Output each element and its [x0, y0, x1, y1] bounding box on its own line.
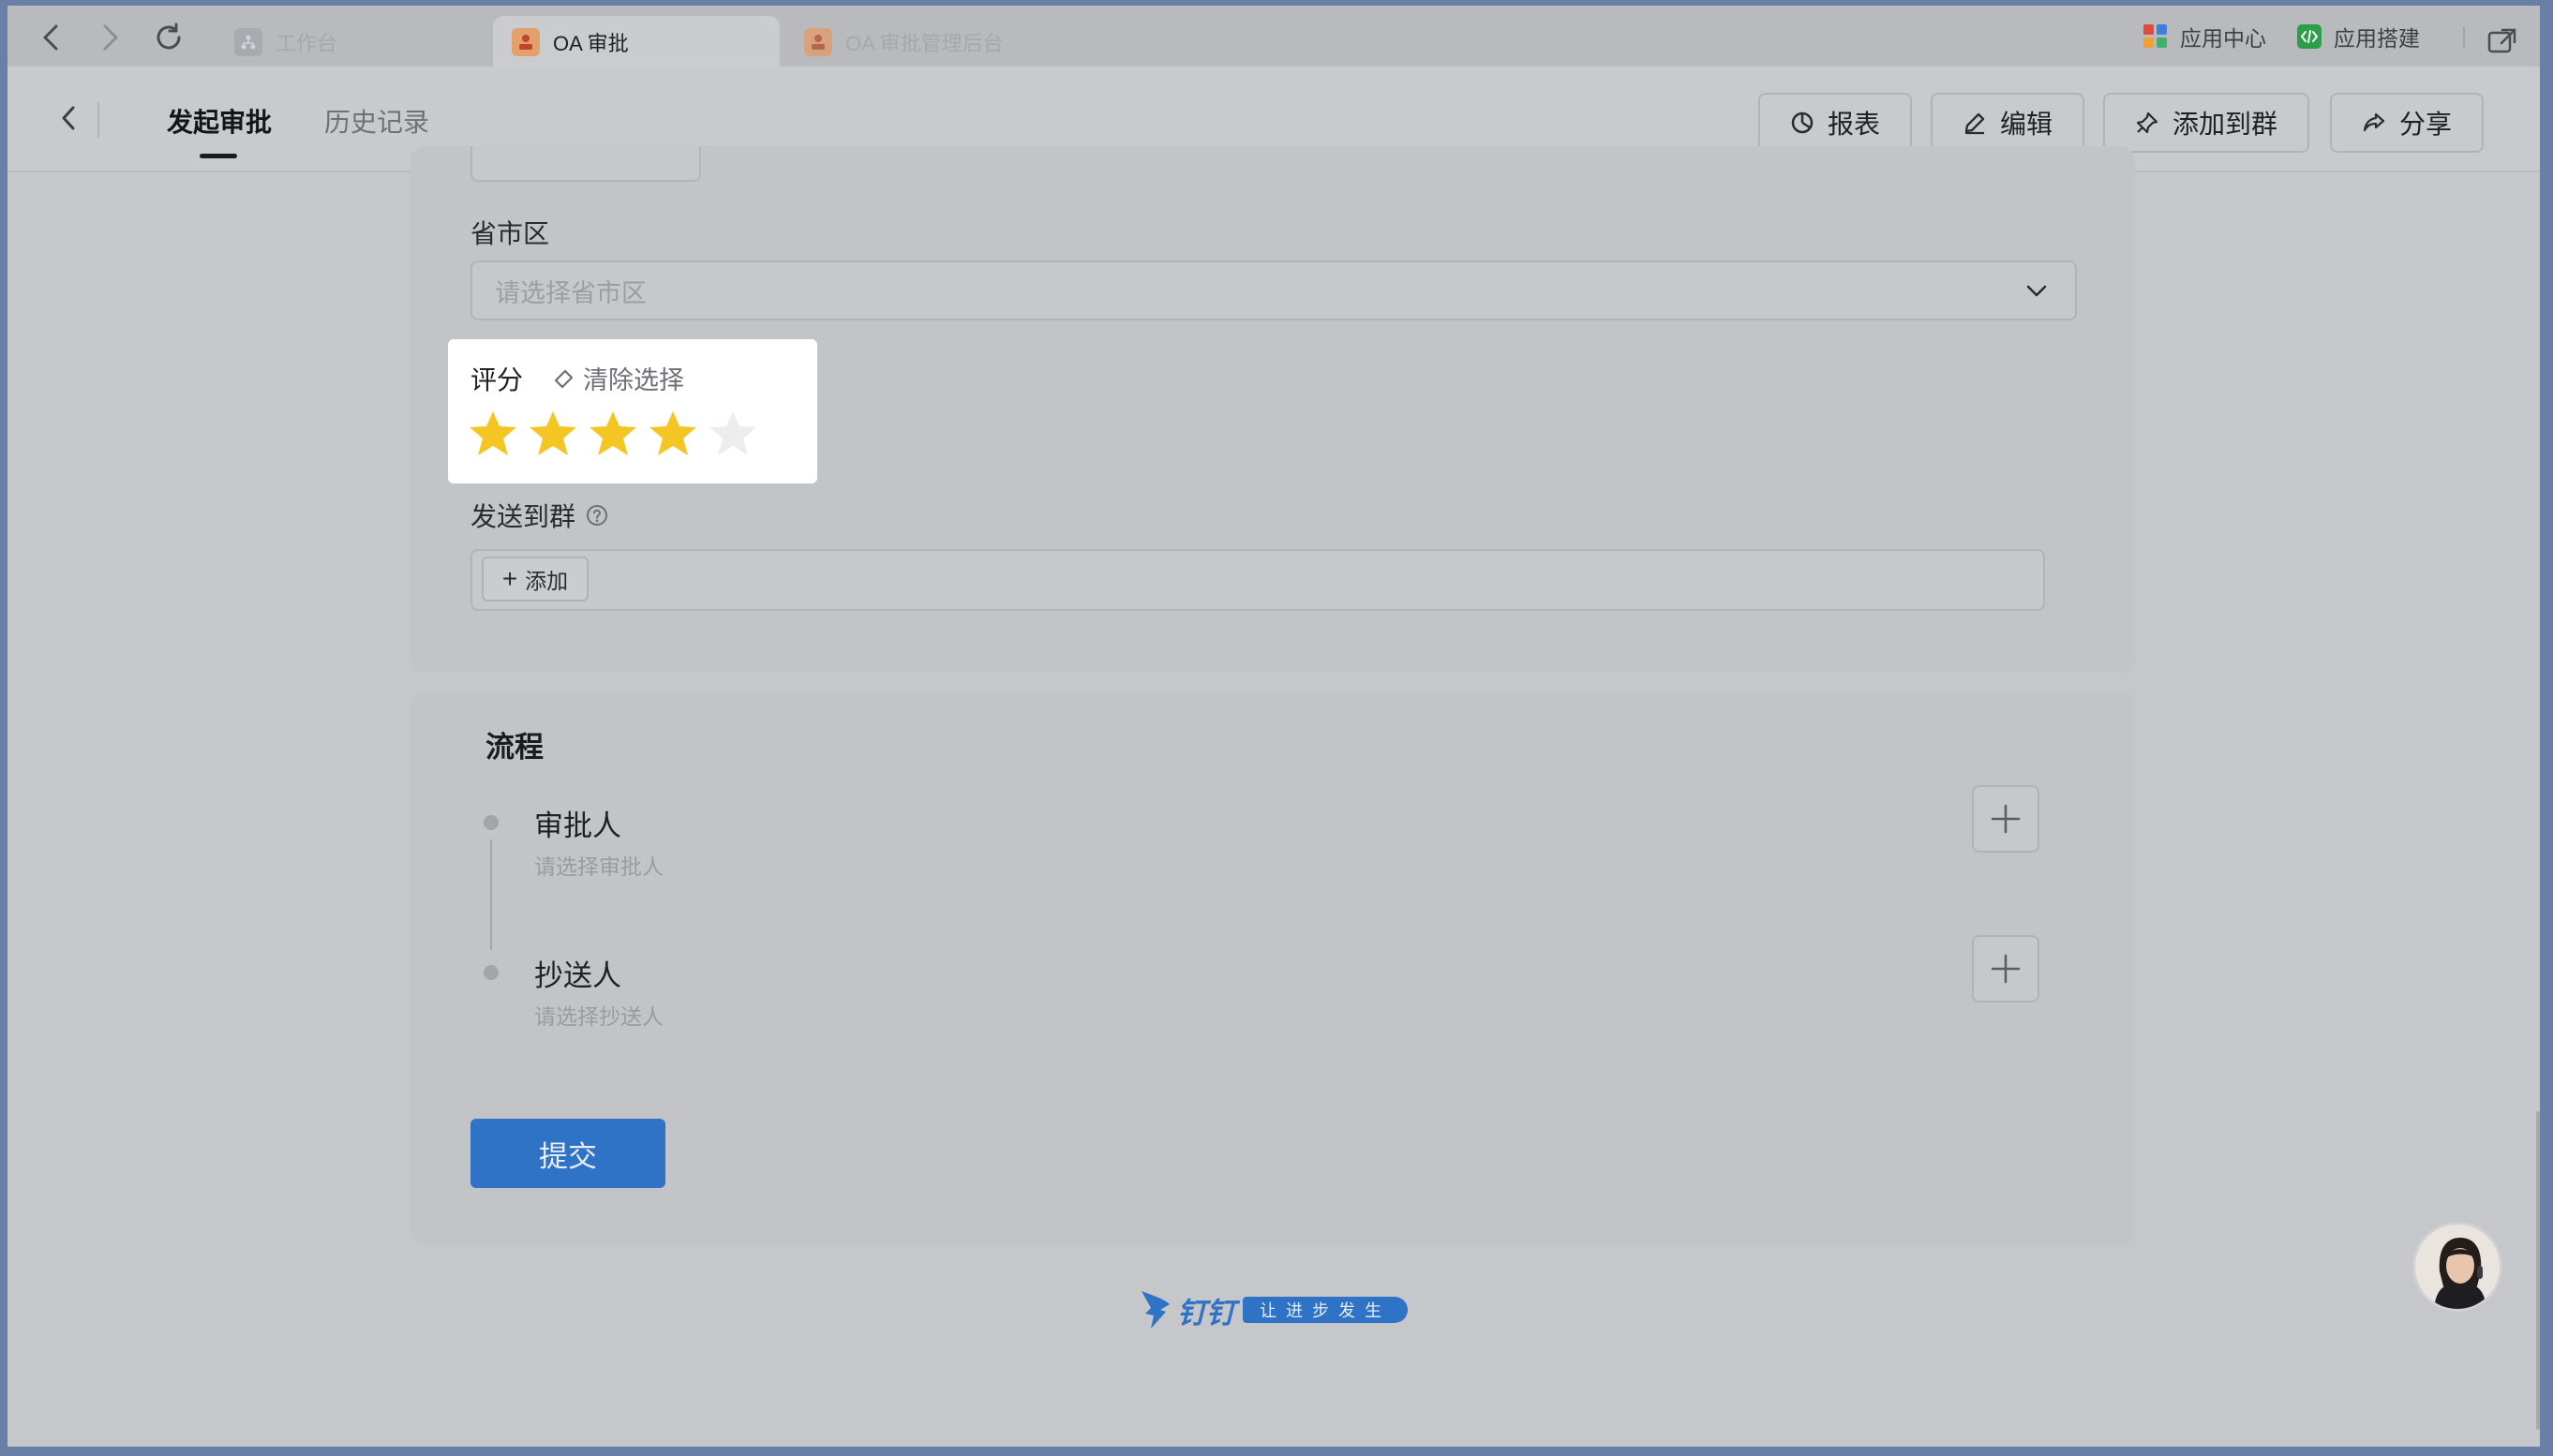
clear-rating-label: 清除选择 [583, 366, 684, 394]
cc-title: 抄送人 [534, 959, 621, 992]
tab-label: OA 审批管理后台 [845, 31, 1004, 55]
star-filled-icon[interactable] [527, 409, 579, 461]
star-filled-icon[interactable] [647, 409, 699, 461]
back-icon[interactable] [45, 95, 92, 141]
divider [97, 102, 99, 138]
approver-hint: 请选择审批人 [534, 854, 664, 879]
browser-forward-icon[interactable] [90, 17, 131, 58]
app-center-link[interactable]: 应用中心 [2142, 19, 2266, 54]
clear-rating-button[interactable]: 清除选择 [551, 360, 684, 396]
approver-title: 审批人 [534, 810, 621, 842]
region-label: 省市区 [470, 219, 550, 248]
report-label: 报表 [1827, 110, 1880, 139]
tab-oa-approval[interactable]: OA 审批 [493, 16, 780, 67]
tab-strip: 工作台 OA 审批 OA 审批管理后台 应用中心 应用搭建 [7, 6, 2540, 67]
page-scrollbar[interactable] [2536, 1111, 2540, 1430]
tab-label: OA 审批 [553, 31, 629, 55]
send-to-group-label: 发送到群 [470, 502, 576, 531]
star-empty-icon[interactable] [707, 409, 759, 461]
tab-start-approval[interactable]: 发起审批 [167, 102, 272, 140]
report-button[interactable]: 报表 [1758, 93, 1912, 153]
pencil-icon [1964, 112, 1985, 135]
open-window-icon[interactable] [2482, 21, 2523, 62]
share-icon [2363, 112, 2385, 132]
dingtalk-bird-icon [1142, 1291, 1170, 1329]
star-filled-icon[interactable] [587, 409, 639, 461]
active-tab-indicator [200, 154, 237, 158]
submit-button[interactable]: 提交 [470, 1119, 665, 1188]
flow-step-dot [484, 815, 499, 830]
brand-slogan: 让进步发生 [1243, 1297, 1408, 1323]
plus-icon [1991, 954, 2021, 984]
plus-icon: + [501, 564, 518, 593]
send-to-group-box: + 添加 [470, 549, 2045, 611]
rating-field: 评分 清除选择 [448, 339, 817, 483]
send-to-group-label-row: 发送到群 [470, 497, 609, 534]
approval-icon [512, 27, 540, 56]
tab-oa-admin[interactable]: OA 审批管理后台 [785, 16, 1095, 67]
edit-label: 编辑 [1999, 110, 2053, 139]
share-button[interactable]: 分享 [2330, 93, 2484, 153]
dingtalk-logo: 钉钉 让进步发生 [1140, 1284, 1417, 1336]
add-approver-button[interactable] [1972, 785, 2039, 853]
assistant-avatar[interactable] [2412, 1222, 2502, 1312]
edit-button[interactable]: 编辑 [1931, 93, 2084, 153]
tab-workbench[interactable]: 工作台 [216, 16, 487, 67]
cc-hint: 请选择抄送人 [534, 1004, 664, 1029]
star-filled-icon[interactable] [467, 409, 519, 461]
refresh-icon[interactable] [148, 17, 189, 58]
add-group-button[interactable]: + 添加 [482, 557, 589, 602]
add-cc-button[interactable] [1972, 935, 2039, 1003]
region-select[interactable]: 请选择省市区 [470, 260, 2077, 320]
add-to-group-label: 添加到群 [2172, 110, 2277, 139]
divider [2463, 26, 2465, 49]
app-builder-icon [2297, 24, 2322, 49]
plus-icon [1991, 804, 2021, 834]
rating-stars[interactable] [467, 409, 767, 461]
add-to-group-button[interactable]: 添加到群 [2103, 93, 2309, 153]
eraser-icon [554, 369, 574, 388]
chevron-down-icon [2026, 285, 2047, 297]
brand-name: 钉钉 [1177, 1296, 1235, 1330]
flow-card [411, 691, 2135, 1246]
add-group-label: 添加 [525, 569, 569, 593]
app-window: 工作台 OA 审批 OA 审批管理后台 应用中心 应用搭建 发起审批 历史记录 … [7, 6, 2540, 1447]
flow-title: 流程 [485, 731, 544, 764]
flow-connector [490, 839, 492, 950]
app-builder-label: 应用搭建 [2334, 26, 2420, 51]
rating-label: 评分 [470, 365, 524, 394]
flow-step-dot [484, 965, 499, 980]
tab-label: 工作台 [276, 31, 338, 55]
app-center-icon [2143, 24, 2167, 48]
help-icon[interactable] [585, 503, 609, 527]
pin-icon [2136, 111, 2158, 134]
region-placeholder: 请选择省市区 [495, 278, 647, 307]
previous-field-input[interactable] [470, 146, 701, 182]
app-builder-link[interactable]: 应用搭建 [2296, 19, 2420, 54]
workbench-icon [234, 27, 262, 56]
browser-back-icon[interactable] [30, 17, 71, 58]
tab-history[interactable]: 历史记录 [324, 102, 429, 140]
chart-pie-icon [1791, 111, 1814, 134]
app-center-label: 应用中心 [2180, 26, 2266, 51]
share-label: 分享 [2398, 110, 2452, 139]
approval-admin-icon [804, 27, 832, 56]
